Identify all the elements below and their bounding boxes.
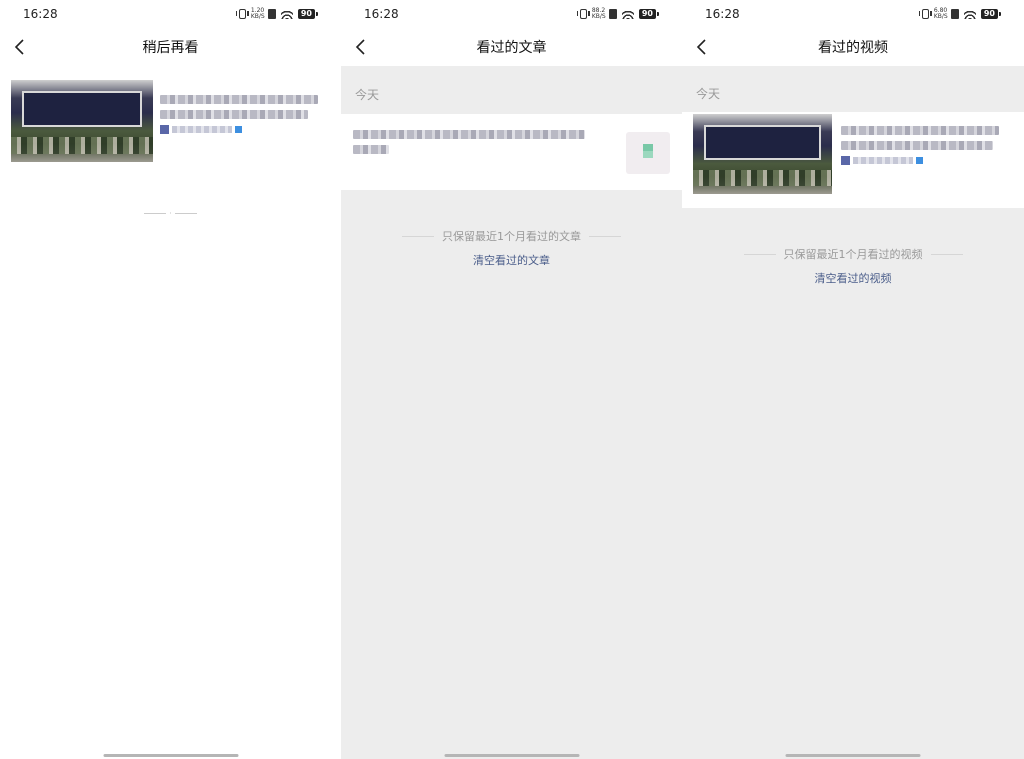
verified-badge-icon: [235, 126, 242, 133]
verified-badge-icon: [916, 157, 923, 164]
author-name-blurred: [853, 157, 913, 164]
status-time: 16:28: [364, 7, 399, 21]
divider-left: [402, 235, 434, 237]
article-thumbnail: [626, 132, 670, 174]
retention-note-text: 只保留最近1个月看过的视频: [783, 248, 923, 261]
author-name-blurred: [172, 126, 232, 133]
item-title-blurred: [160, 95, 318, 104]
author-row: [841, 156, 1001, 165]
list-end-marker: ·: [0, 209, 341, 218]
video-item[interactable]: [682, 112, 1024, 208]
status-bar: 16:28 1.20 KB/S 90: [0, 0, 341, 28]
vibrate-icon: [576, 9, 590, 19]
network-speed: 6.80 KB/S: [933, 7, 948, 20]
nfc-icon: [608, 9, 617, 19]
back-arrow-icon[interactable]: [10, 36, 32, 58]
home-indicator[interactable]: [103, 754, 238, 757]
section-header-today: 今天: [682, 76, 1024, 112]
item-title-blurred: [841, 126, 999, 135]
author-avatar: [160, 125, 169, 134]
status-icons: 88.2 KB/S 90: [576, 7, 660, 20]
nav-bar: 看过的视频: [682, 28, 1024, 66]
screens-container: 16:28 1.20 KB/S 90 稍后再看 · 16:28 88.2 KB/…: [0, 0, 1024, 759]
back-arrow-icon[interactable]: [692, 36, 714, 58]
battery-icon: 90: [980, 9, 1002, 19]
author-avatar: [841, 156, 850, 165]
status-icons: 1.20 KB/S 90: [235, 7, 319, 20]
article-text: [353, 130, 593, 190]
footer-info: 只保留最近1个月看过的文章 清空看过的文章: [341, 228, 682, 268]
nav-bar: 稍后再看: [0, 28, 341, 66]
network-speed: 1.20 KB/S: [250, 7, 265, 20]
wifi-icon: [280, 9, 293, 19]
wifi-icon: [963, 9, 976, 19]
battery-icon: 90: [638, 9, 660, 19]
status-time: 16:28: [705, 7, 740, 21]
wifi-icon: [621, 9, 634, 19]
item-info: [160, 80, 320, 168]
item-title-blurred-2: [841, 141, 993, 150]
vibrate-icon: [918, 9, 932, 19]
clear-viewed-articles-link[interactable]: 清空看过的文章: [341, 252, 682, 268]
page-title: 稍后再看: [142, 40, 199, 56]
item-info: [841, 114, 1001, 208]
item-title-blurred-2: [160, 110, 308, 119]
status-time: 16:28: [23, 7, 58, 21]
retention-note: 只保留最近1个月看过的视频: [682, 246, 1024, 262]
screen-watch-later: 16:28 1.20 KB/S 90 稍后再看 ·: [0, 0, 341, 759]
footer-info: 只保留最近1个月看过的视频 清空看过的视频: [682, 246, 1024, 286]
vibrate-icon: [235, 9, 249, 19]
retention-note: 只保留最近1个月看过的文章: [341, 228, 682, 244]
clear-viewed-videos-link[interactable]: 清空看过的视频: [682, 270, 1024, 286]
battery-icon: 90: [297, 9, 319, 19]
divider-right: [930, 253, 963, 255]
video-thumbnail: [11, 80, 153, 162]
nav-bar: 看过的文章: [341, 28, 682, 66]
home-indicator[interactable]: [785, 754, 921, 757]
page-title: 看过的视频: [818, 40, 888, 56]
article-item[interactable]: [341, 114, 682, 190]
back-arrow-icon[interactable]: [351, 36, 373, 58]
status-bar: 16:28 88.2 KB/S 90: [341, 0, 682, 28]
article-title-blurred: [353, 130, 585, 139]
page-title: 看过的文章: [476, 40, 547, 56]
home-indicator[interactable]: [444, 754, 579, 757]
divider-left: [743, 253, 776, 255]
screen-viewed-videos: 16:28 6.80 KB/S 90 看过的视频 今天 只保留最近1个月看过的视…: [682, 0, 1024, 759]
retention-note-text: 只保留最近1个月看过的文章: [442, 230, 581, 243]
nfc-icon: [950, 9, 959, 19]
nfc-icon: [267, 9, 276, 19]
status-icons: 6.80 KB/S 90: [918, 7, 1002, 20]
network-speed: 88.2 KB/S: [591, 7, 606, 20]
screen-viewed-articles: 16:28 88.2 KB/S 90 看过的文章 今天 只保留最近1个月看过的文…: [341, 0, 682, 759]
watch-later-item[interactable]: [0, 66, 341, 168]
status-bar: 16:28 6.80 KB/S 90: [682, 0, 1024, 28]
author-row: [160, 125, 320, 134]
divider-right: [589, 235, 621, 237]
article-title-blurred-2: [353, 145, 389, 154]
video-thumbnail: [693, 114, 832, 194]
section-header-today: 今天: [341, 76, 682, 114]
